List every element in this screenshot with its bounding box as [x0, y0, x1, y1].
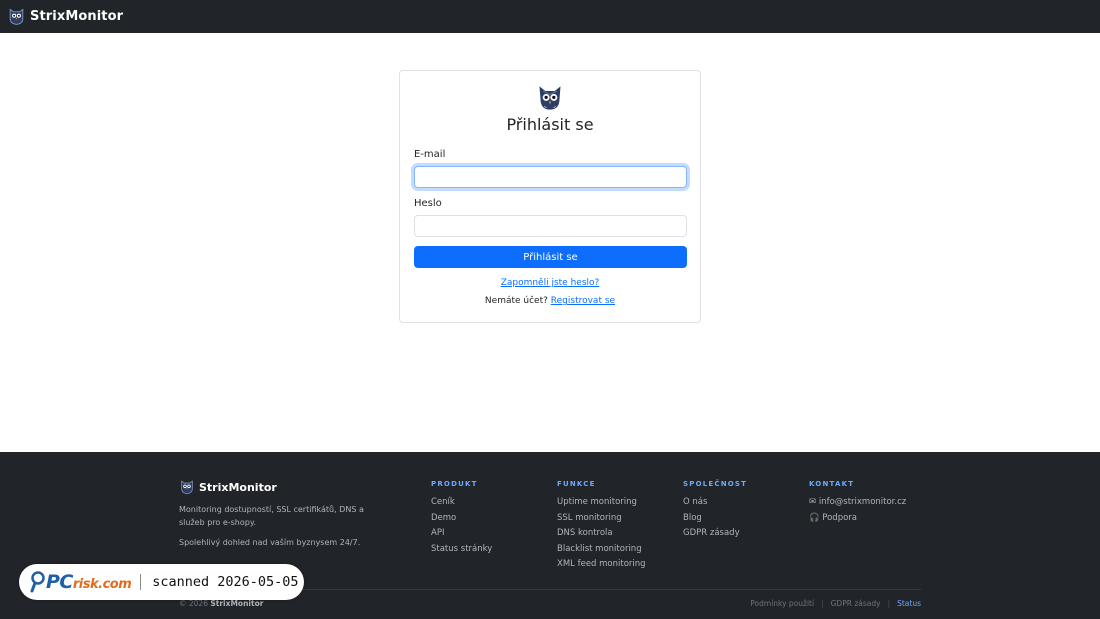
footer-link-gdpr[interactable]: GDPR zásady [683, 526, 747, 542]
password-field[interactable] [414, 215, 687, 237]
magnifier-icon [30, 571, 45, 593]
no-account-text: Nemáte účet? [484, 296, 548, 306]
copyright-text: © 2026 [179, 599, 208, 608]
forgot-password-link[interactable]: Zapomněli jste heslo? [400, 278, 700, 288]
footer-link-cenik[interactable]: Ceník [431, 495, 492, 511]
footer-link-blacklist[interactable]: Blacklist monitoring [557, 542, 646, 558]
footer-link-terms[interactable]: Podmínky použití [750, 599, 814, 608]
footer-link-blog[interactable]: Blog [683, 511, 747, 527]
footer-column-heading: PRODUKT [431, 480, 478, 488]
email-label: E-mail [414, 149, 446, 160]
login-title: Přihlásit se [506, 115, 594, 134]
footer-column-heading: SPOLEČNOST [683, 480, 748, 488]
footer-copyright: © 2026 StrixMonitor [179, 599, 263, 608]
brand-name[interactable]: StrixMonitor [30, 9, 123, 24]
login-submit-button[interactable]: Přihlásit se [414, 246, 687, 268]
footer-link-xml-feed[interactable]: XML feed monitoring [557, 557, 646, 573]
footer-link-demo[interactable]: Demo [431, 511, 492, 527]
footer-column-spolecnost: SPOLEČNOST O nás Blog GDPR zásady [683, 480, 747, 542]
footer-description: Monitoring dostupností, SSL certifikátů,… [179, 505, 364, 527]
footer-link-api[interactable]: API [431, 526, 492, 542]
footer-link-support[interactable]: 🎧 Podpora [809, 511, 906, 527]
footer-link-status-pages[interactable]: Status stránky [431, 542, 492, 558]
footer-column-heading: FUNKCE [557, 480, 596, 488]
login-card: Přihlásit se E-mail Heslo Přihlásit se Z… [399, 70, 701, 323]
footer-column-heading: KONTAKT [809, 480, 855, 488]
pcrisk-logo-text: PCrisk.com [46, 571, 132, 593]
owl-icon [539, 86, 561, 110]
pcrisk-logo: PCrisk.com [30, 571, 132, 593]
footer-link-status[interactable]: Status [897, 599, 921, 608]
register-link[interactable]: Registrovat se [551, 296, 615, 306]
register-row: Nemáte účet? Registrovat se [400, 296, 700, 306]
owl-logo-icon [181, 480, 193, 495]
footer-column-produkt: PRODUKT Ceník Demo API Status stránky [431, 480, 492, 557]
footer-link-gdpr-bottom[interactable]: GDPR zásady [831, 599, 881, 608]
footer-link-about[interactable]: O nás [683, 495, 747, 511]
footer-link-ssl[interactable]: SSL monitoring [557, 511, 646, 527]
footer-tagline: Spolehlivý dohled nad vaším byznysem 24/… [179, 538, 361, 547]
footer-brand-name: StrixMonitor [199, 480, 277, 494]
footer-link-uptime[interactable]: Uptime monitoring [557, 495, 646, 511]
footer-column-funkce: FUNKCE Uptime monitoring SSL monitoring … [557, 480, 646, 573]
footer-link-dns[interactable]: DNS kontrola [557, 526, 646, 542]
owl-logo-icon[interactable] [7, 7, 26, 26]
scan-date-text: scanned 2026-05-05 [152, 574, 299, 590]
copyright-brand: StrixMonitor [210, 599, 264, 608]
separator: | [887, 599, 891, 608]
scan-watermark-badge: PCrisk.com scanned 2026-05-05 [19, 564, 304, 600]
footer-column-kontakt: KONTAKT ✉ info@strixmonitor.cz 🎧 Podpora [809, 480, 906, 526]
badge-separator [140, 574, 142, 590]
email-field[interactable] [414, 166, 687, 188]
footer-link-email[interactable]: ✉ info@strixmonitor.cz [809, 495, 906, 511]
password-label: Heslo [414, 198, 442, 209]
footer-brand[interactable]: StrixMonitor [179, 479, 277, 495]
top-navbar: StrixMonitor [0, 0, 1100, 33]
separator: | [821, 599, 824, 608]
footer-bottom-links: Podmínky použití | GDPR zásady | Status [750, 599, 921, 608]
